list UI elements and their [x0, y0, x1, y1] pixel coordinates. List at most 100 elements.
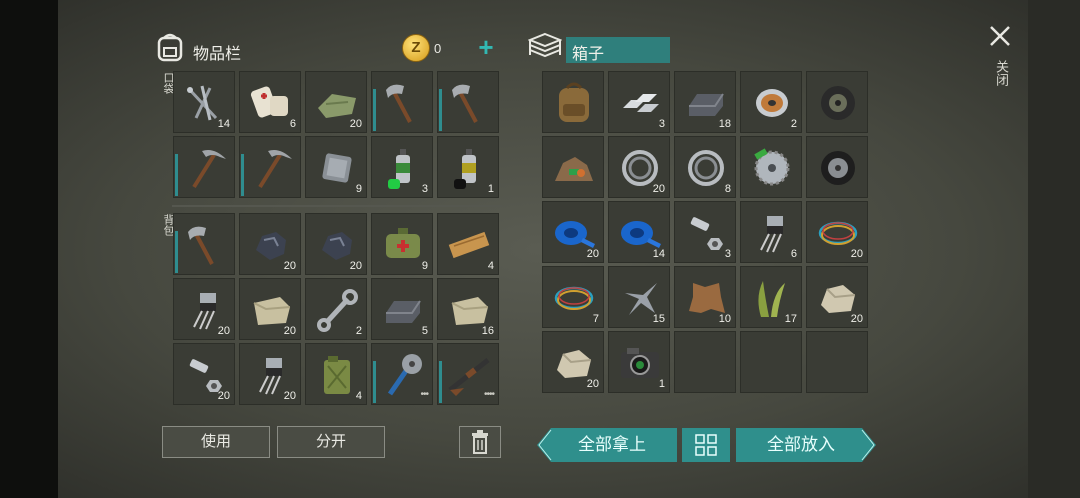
item-count: 20: [850, 313, 863, 325]
inventory-slot[interactable]: 15: [608, 266, 670, 328]
inventory-slot[interactable]: 20: [239, 213, 301, 275]
inventory-slot[interactable]: 4: [305, 343, 367, 405]
put-all-button[interactable]: 全部放入: [736, 428, 876, 462]
item-count: 9: [355, 183, 362, 195]
empty-slot[interactable]: [674, 331, 736, 393]
inventory-slot[interactable]: [437, 71, 499, 133]
inventory-slot[interactable]: 3: [674, 201, 736, 263]
inventory-slot[interactable]: •••: [371, 343, 433, 405]
inventory-slot[interactable]: 9: [305, 136, 367, 198]
inventory-slot[interactable]: 3: [608, 71, 670, 133]
item-count: 20: [850, 248, 863, 260]
inventory-slot[interactable]: [740, 136, 802, 198]
inventory-slot[interactable]: 20: [239, 343, 301, 405]
inventory-slot[interactable]: 20: [173, 343, 235, 405]
item-count: 8: [724, 183, 731, 195]
inventory-slot[interactable]: [239, 136, 301, 198]
empty-slot[interactable]: [806, 331, 868, 393]
item-count: 3: [421, 183, 428, 195]
inventory-slot[interactable]: 18: [674, 71, 736, 133]
inventory-slot[interactable]: 8: [674, 136, 736, 198]
inventory-slot[interactable]: 6: [239, 71, 301, 133]
coin-count: 0: [434, 41, 442, 56]
inventory-slot[interactable]: [806, 136, 868, 198]
durability-bar: [175, 154, 178, 196]
trash-icon: [472, 430, 488, 454]
inventory-slot[interactable]: 2: [305, 278, 367, 340]
item-count: 4: [355, 390, 362, 402]
item-count: 7: [592, 313, 599, 325]
take-all-button[interactable]: 全部拿上: [537, 428, 677, 462]
inventory-slot[interactable]: [173, 213, 235, 275]
item-count: 20: [283, 260, 296, 272]
item-count: 14: [652, 248, 665, 260]
inventory-slot[interactable]: 20: [305, 71, 367, 133]
close-icon: [990, 26, 1010, 46]
item-count: 16: [481, 325, 494, 337]
inventory-slot[interactable]: 14: [608, 201, 670, 263]
item-count: 20: [652, 183, 665, 195]
split-button[interactable]: 分开: [277, 426, 385, 458]
inventory-slot[interactable]: 3: [371, 136, 433, 198]
durability-bar: [439, 89, 442, 131]
item-count: 17: [784, 313, 797, 325]
empty-slot[interactable]: [740, 331, 802, 393]
item-count: 3: [724, 248, 731, 260]
durability-bar: [241, 154, 244, 196]
durability-bar: [373, 361, 376, 403]
close-label: 关闭: [994, 60, 1009, 86]
inventory-slot[interactable]: 14: [173, 71, 235, 133]
item-count: 20: [586, 248, 599, 260]
add-coins-button[interactable]: +: [474, 32, 498, 62]
inventory-slot[interactable]: 20: [806, 266, 868, 328]
item-count: 14: [217, 118, 230, 130]
item-count: 20: [283, 390, 296, 402]
inventory-slot[interactable]: 20: [239, 278, 301, 340]
use-button[interactable]: 使用: [162, 426, 270, 458]
inventory-slot[interactable]: 17: [740, 266, 802, 328]
inventory-slot[interactable]: 20: [542, 331, 604, 393]
left-letterbox: [0, 0, 58, 498]
item-count: 20: [283, 325, 296, 337]
item-count: 3: [658, 118, 665, 130]
inventory-slot[interactable]: [542, 136, 604, 198]
inventory-slot[interactable]: 10: [674, 266, 736, 328]
item-count: 9: [421, 260, 428, 272]
item-count: 20: [349, 260, 362, 272]
inventory-slot[interactable]: 7: [542, 266, 604, 328]
inventory-slot[interactable]: 5: [371, 278, 433, 340]
inventory-slot[interactable]: 9: [371, 213, 433, 275]
item-count: 2: [355, 325, 362, 337]
item-count: 1: [487, 183, 494, 195]
inventory-slot[interactable]: [371, 71, 433, 133]
item-count: 4: [487, 260, 494, 272]
inventory-title: 物品栏: [193, 46, 242, 63]
inventory-slot[interactable]: 1: [437, 136, 499, 198]
inventory-slot[interactable]: 20: [305, 213, 367, 275]
inventory-slot[interactable]: 20: [173, 278, 235, 340]
inventory-slot[interactable]: 1: [608, 331, 670, 393]
sort-button[interactable]: [682, 428, 730, 462]
inventory-slot[interactable]: 2: [740, 71, 802, 133]
coin-icon: Z: [402, 34, 430, 62]
item-count: 18: [718, 118, 731, 130]
inventory-slot[interactable]: 6: [740, 201, 802, 263]
item-count: 5: [421, 325, 428, 337]
close-button[interactable]: 关闭: [984, 22, 1016, 102]
right-letterbox: [1028, 0, 1080, 498]
item-count: 20: [586, 378, 599, 390]
inventory-slot[interactable]: [806, 71, 868, 133]
trash-button[interactable]: [459, 426, 501, 458]
inventory-slot[interactable]: [173, 136, 235, 198]
inventory-slot[interactable]: 4: [437, 213, 499, 275]
item-count: •••: [420, 389, 428, 400]
inventory-slot[interactable]: 20: [806, 201, 868, 263]
inventory-divider: [172, 205, 502, 207]
inventory-slot[interactable]: 20: [542, 201, 604, 263]
inventory-slot[interactable]: 16: [437, 278, 499, 340]
inventory-slot[interactable]: [542, 71, 604, 133]
take-all-label: 全部拿上: [578, 435, 646, 454]
durability-bar: [373, 89, 376, 131]
inventory-slot[interactable]: ••••: [437, 343, 499, 405]
inventory-slot[interactable]: 20: [608, 136, 670, 198]
